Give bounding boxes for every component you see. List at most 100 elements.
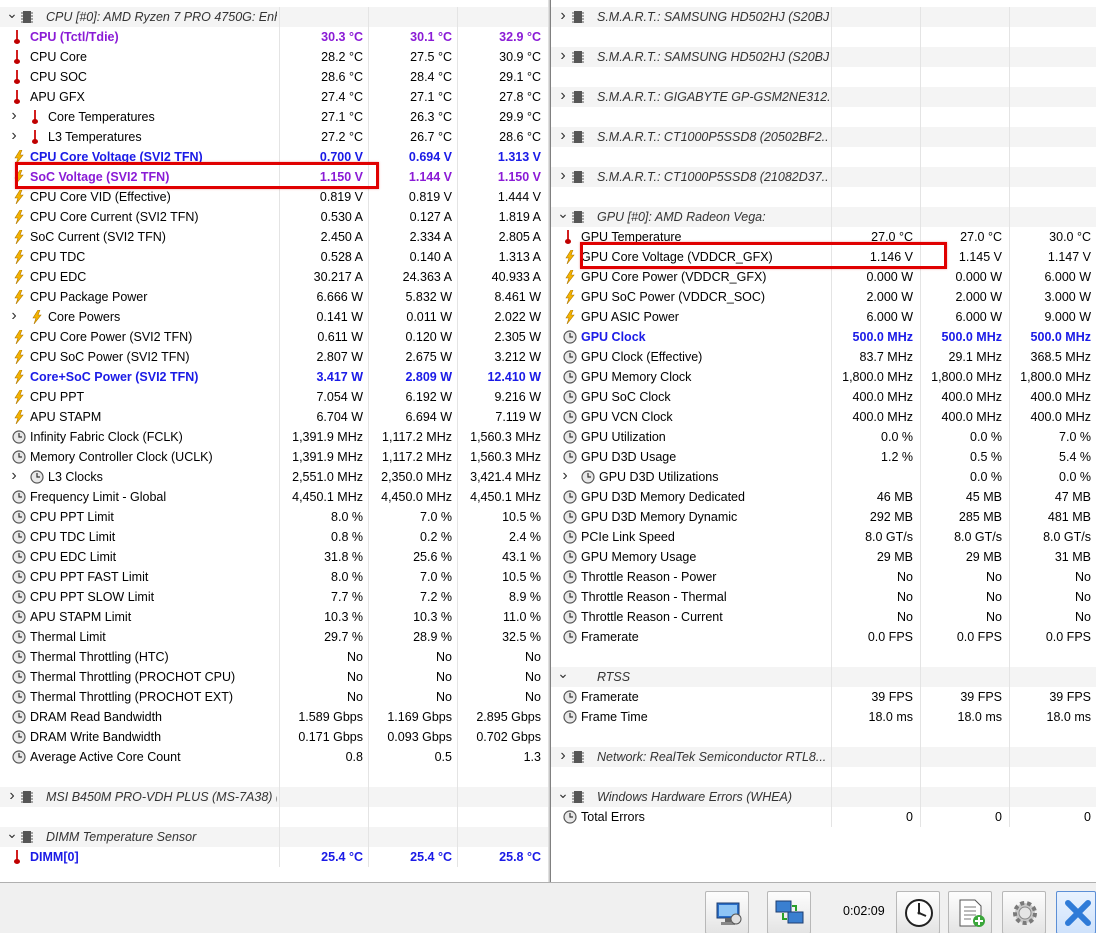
sensor-row[interactable]: SoC Voltage (SVI2 TFN) 1.150 V 1.144 V 1.15… bbox=[0, 167, 548, 187]
sensor-row[interactable]: Thermal Throttling (PROCHOT CPU) No No No bbox=[0, 667, 548, 687]
collapse-chevron-icon[interactable]: ⌄ bbox=[556, 783, 570, 803]
expand-chevron-icon[interactable]: › bbox=[5, 786, 19, 806]
sensor-row[interactable]: GPU D3D Usage 1.2 % 0.5 % 5.4 % bbox=[551, 447, 1096, 467]
expand-chevron-icon[interactable]: › bbox=[556, 166, 570, 186]
expand-chevron-icon[interactable]: › bbox=[556, 46, 570, 66]
sensor-row[interactable]: GPU Core Power (VDDCR_GFX) 0.000 W 0.000 W… bbox=[551, 267, 1096, 287]
sensor-row[interactable]: CPU (Tctl/Tdie) 30.3 °C 30.1 °C 32.9 °C bbox=[0, 27, 548, 47]
sensor-row[interactable]: APU STAPM Limit 10.3 % 10.3 % 11.0 % bbox=[0, 607, 548, 627]
expand-chevron-icon[interactable]: › bbox=[7, 106, 21, 126]
sensor-row[interactable]: CPU TDC 0.528 A 0.140 A 1.313 A bbox=[0, 247, 548, 267]
sensor-group-header[interactable]: › S.M.A.R.T.: GIGABYTE GP-GSM2NE312... bbox=[551, 87, 1096, 107]
sensor-row[interactable]: › GPU D3D Utilizations 0.0 % 0.0 % bbox=[551, 467, 1096, 487]
sensor-row[interactable]: APU STAPM 6.704 W 6.694 W 7.119 W bbox=[0, 407, 548, 427]
collapse-chevron-icon[interactable]: ⌄ bbox=[556, 203, 570, 223]
sensor-group-header[interactable]: ⌄ RTSS bbox=[551, 665, 1096, 687]
sensor-row[interactable]: CPU PPT Limit 8.0 % 7.0 % 10.5 % bbox=[0, 507, 548, 527]
sensor-row[interactable]: Average Active Core Count 0.8 0.5 1.3 bbox=[0, 747, 548, 767]
sensor-row[interactable]: CPU PPT FAST Limit 8.0 % 7.0 % 10.5 % bbox=[0, 567, 548, 587]
expand-chevron-icon[interactable]: › bbox=[7, 466, 21, 486]
sensor-row[interactable]: Thermal Limit 29.7 % 28.9 % 32.5 % bbox=[0, 627, 548, 647]
expand-chevron-icon[interactable]: › bbox=[7, 126, 21, 146]
expand-chevron-icon[interactable]: › bbox=[556, 126, 570, 146]
sensor-row[interactable]: Throttle Reason - Thermal No No No bbox=[551, 587, 1096, 607]
sensor-row[interactable]: GPU VCN Clock 400.0 MHz 400.0 MHz 400.0 MHz bbox=[551, 407, 1096, 427]
sensor-group-header[interactable]: › S.M.A.R.T.: CT1000P5SSD8 (21082D37... bbox=[551, 167, 1096, 187]
sensor-row[interactable]: GPU Utilization 0.0 % 0.0 % 7.0 % bbox=[551, 427, 1096, 447]
sensor-row[interactable]: CPU SOC 28.6 °C 28.4 °C 29.1 °C bbox=[0, 67, 548, 87]
sensor-group-header[interactable]: › Network: RealTek Semiconductor RTL8... bbox=[551, 747, 1096, 767]
sensor-row[interactable]: GPU Memory Clock 1,800.0 MHz 1,800.0 MHz 1,… bbox=[551, 367, 1096, 387]
sensor-row[interactable]: GPU Temperature 27.0 °C 27.0 °C 30.0 °C bbox=[551, 227, 1096, 247]
sensor-row[interactable]: › L3 Temperatures 27.2 °C 26.7 °C 28.6 °C bbox=[0, 127, 548, 147]
sensor-group-header[interactable]: ⌄ GPU [#0]: AMD Radeon Vega: bbox=[551, 205, 1096, 227]
sensor-row[interactable]: DRAM Write Bandwidth 0.171 Gbps 0.093 Gbps… bbox=[0, 727, 548, 747]
sensor-group-header[interactable]: ⌄ DIMM Temperature Sensor bbox=[0, 825, 548, 847]
sensor-row[interactable]: Framerate 39 FPS 39 FPS 39 FPS bbox=[551, 687, 1096, 707]
expand-chevron-icon[interactable]: › bbox=[556, 6, 570, 26]
settings-button[interactable] bbox=[1002, 891, 1046, 933]
sensor-row[interactable]: CPU Core Voltage (SVI2 TFN) 0.700 V 0.694 … bbox=[0, 147, 548, 167]
sensor-row[interactable]: Memory Controller Clock (UCLK) 1,391.9 MH… bbox=[0, 447, 548, 467]
sensor-row[interactable]: CPU Core VID (Effective) 0.819 V 0.819 V 1.… bbox=[0, 187, 548, 207]
sensor-row[interactable]: GPU Core Voltage (VDDCR_GFX) 1.146 V 1.145… bbox=[551, 247, 1096, 267]
sensor-row[interactable]: Frame Time 18.0 ms 18.0 ms 18.0 ms bbox=[551, 707, 1096, 727]
network-sharing-button[interactable] bbox=[767, 891, 811, 933]
sensor-row[interactable]: Thermal Throttling (HTC) No No No bbox=[0, 647, 548, 667]
sensor-row[interactable]: APU GFX 27.4 °C 27.1 °C 27.8 °C bbox=[0, 87, 548, 107]
sensor-row[interactable]: Throttle Reason - Current No No No bbox=[551, 607, 1096, 627]
sensor-row[interactable]: GPU Clock 500.0 MHz 500.0 MHz 500.0 MHz bbox=[551, 327, 1096, 347]
expand-chevron-icon[interactable]: › bbox=[7, 306, 21, 326]
sensor-row[interactable]: CPU Package Power 6.666 W 5.832 W 8.461 W bbox=[0, 287, 548, 307]
sensor-row[interactable]: GPU ASIC Power 6.000 W 6.000 W 9.000 W bbox=[551, 307, 1096, 327]
sensor-label: GPU Utilization bbox=[581, 430, 666, 444]
sensor-row[interactable]: GPU SoC Clock 400.0 MHz 400.0 MHz 400.0 MHz bbox=[551, 387, 1096, 407]
sensor-row[interactable]: PCIe Link Speed 8.0 GT/s 8.0 GT/s 8.0 GT/s bbox=[551, 527, 1096, 547]
expand-chevron-icon[interactable]: › bbox=[556, 746, 570, 766]
sensor-row[interactable]: Framerate 0.0 FPS 0.0 FPS 0.0 FPS bbox=[551, 627, 1096, 647]
timer-reset-button[interactable] bbox=[896, 891, 940, 933]
sensor-row[interactable]: › Core Temperatures 27.1 °C 26.3 °C 29.9 °C bbox=[0, 107, 548, 127]
sensor-row[interactable]: GPU SoC Power (VDDCR_SOC) 2.000 W 2.000 W 3… bbox=[551, 287, 1096, 307]
sensor-row[interactable]: CPU EDC Limit 31.8 % 25.6 % 43.1 % bbox=[0, 547, 548, 567]
sensor-row[interactable]: CPU Core 28.2 °C 27.5 °C 30.9 °C bbox=[0, 47, 548, 67]
sensor-group-header[interactable]: › S.M.A.R.T.: CT1000P5SSD8 (20502BF2... bbox=[551, 127, 1096, 147]
collapse-chevron-icon[interactable]: ⌄ bbox=[5, 3, 19, 23]
sensor-row[interactable]: Core+SoC Power (SVI2 TFN) 3.417 W 2.809 W 1… bbox=[0, 367, 548, 387]
sensor-row[interactable]: CPU PPT SLOW Limit 7.7 % 7.2 % 8.9 % bbox=[0, 587, 548, 607]
sensor-row[interactable]: Total Errors 0 0 0 bbox=[551, 807, 1096, 827]
collapse-chevron-icon[interactable]: ⌄ bbox=[5, 823, 19, 843]
sensor-row[interactable]: Frequency Limit - Global 4,450.1 MHz 4,450… bbox=[0, 487, 548, 507]
sensor-row[interactable]: › L3 Clocks 2,551.0 MHz 2,350.0 MHz 3,421.4 … bbox=[0, 467, 548, 487]
sensor-group-header[interactable]: › S.M.A.R.T.: SAMSUNG HD502HJ (S20BJ... bbox=[551, 47, 1096, 67]
sensor-row[interactable]: CPU SoC Power (SVI2 TFN) 2.807 W 2.675 W 3.… bbox=[0, 347, 548, 367]
sensor-row[interactable]: GPU Clock (Effective) 83.7 MHz 29.1 MHz 368… bbox=[551, 347, 1096, 367]
sensor-group-header[interactable]: › MSI B450M PRO-VDH PLUS (MS-7A38) (Nu... bbox=[0, 787, 548, 807]
sensor-row[interactable]: › Core Powers 0.141 W 0.011 W 2.022 W bbox=[0, 307, 548, 327]
expand-chevron-icon[interactable]: › bbox=[556, 86, 570, 106]
sensor-pane-right[interactable]: › S.M.A.R.T.: SAMSUNG HD502HJ (S20BJ... › S… bbox=[551, 0, 1096, 882]
sensor-group-header[interactable]: › S.M.A.R.T.: SAMSUNG HD502HJ (S20BJ... bbox=[551, 7, 1096, 27]
sensor-row[interactable]: Thermal Throttling (PROCHOT EXT) No No No bbox=[0, 687, 548, 707]
sensor-row[interactable]: DIMM[0] 25.4 °C 25.4 °C 25.8 °C bbox=[0, 847, 548, 867]
collapse-chevron-icon[interactable]: ⌄ bbox=[556, 663, 570, 683]
sensor-row[interactable]: Throttle Reason - Power No No No bbox=[551, 567, 1096, 587]
sensor-row[interactable]: CPU Core Current (SVI2 TFN) 0.530 A 0.127 … bbox=[0, 207, 548, 227]
network-monitor-button[interactable] bbox=[705, 891, 749, 933]
sensor-row[interactable]: CPU Core Power (SVI2 TFN) 0.611 W 0.120 W 2… bbox=[0, 327, 548, 347]
sensor-pane-left[interactable]: ⌄ CPU [#0]: AMD Ryzen 7 PRO 4750G: Enha..… bbox=[0, 0, 548, 882]
sensor-row[interactable]: CPU EDC 30.217 A 24.363 A 40.933 A bbox=[0, 267, 548, 287]
close-button[interactable] bbox=[1056, 891, 1096, 933]
expand-chevron-icon[interactable]: › bbox=[558, 466, 572, 486]
sensor-group-header[interactable]: ⌄ CPU [#0]: AMD Ryzen 7 PRO 4750G: Enha..… bbox=[0, 5, 548, 27]
sensor-row[interactable]: Infinity Fabric Clock (FCLK) 1,391.9 MHz 1… bbox=[0, 427, 548, 447]
sensor-row[interactable]: GPU D3D Memory Dedicated 46 MB 45 MB 47 MB bbox=[551, 487, 1096, 507]
sensor-row[interactable]: SoC Current (SVI2 TFN) 2.450 A 2.334 A 2.80… bbox=[0, 227, 548, 247]
sensor-row[interactable]: CPU PPT 7.054 W 6.192 W 9.216 W bbox=[0, 387, 548, 407]
sensor-group-header[interactable]: ⌄ Windows Hardware Errors (WHEA) bbox=[551, 785, 1096, 807]
sensor-row[interactable]: CPU TDC Limit 0.8 % 0.2 % 2.4 % bbox=[0, 527, 548, 547]
logging-button[interactable] bbox=[948, 891, 992, 933]
sensor-row[interactable]: DRAM Read Bandwidth 1.589 Gbps 1.169 Gbps 2… bbox=[0, 707, 548, 727]
sensor-row[interactable]: GPU D3D Memory Dynamic 292 MB 285 MB 481 MB bbox=[551, 507, 1096, 527]
sensor-row[interactable]: GPU Memory Usage 29 MB 29 MB 31 MB bbox=[551, 547, 1096, 567]
